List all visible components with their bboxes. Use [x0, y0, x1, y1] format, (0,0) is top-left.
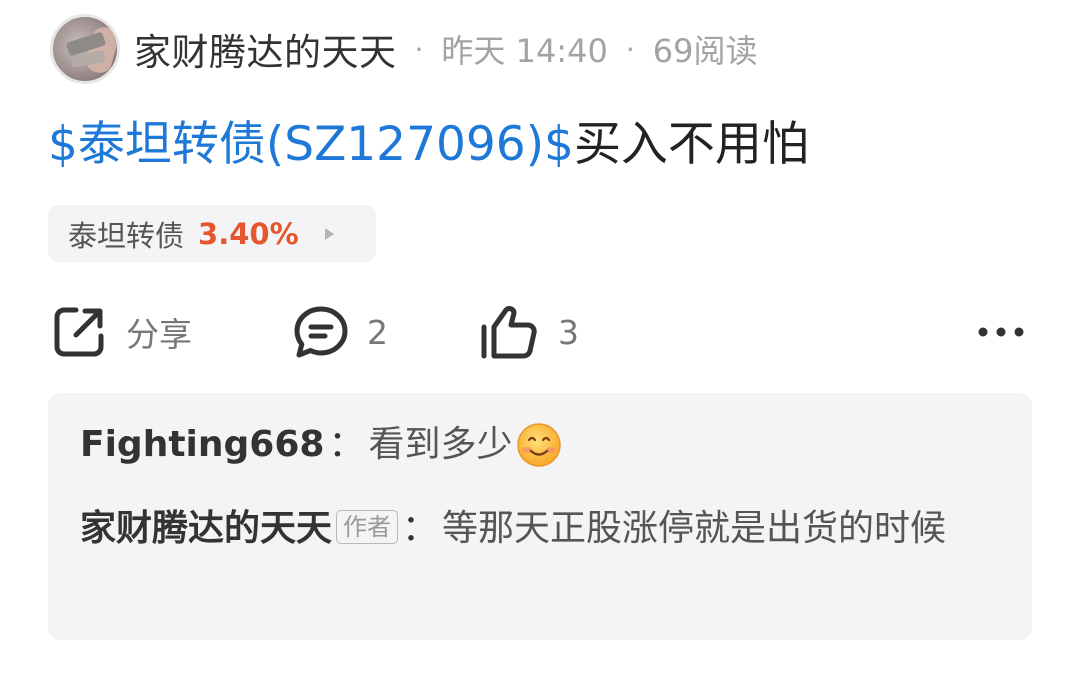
stock-name: 泰坦转债: [68, 218, 185, 253]
comment-colon: ：: [402, 508, 439, 549]
stock-quote-chip[interactable]: 泰坦转债 3.40%: [48, 205, 376, 262]
post-card: 家财腾达的天天 · 昨天 14:40 · 69阅读 $泰坦转债(SZ127096…: [0, 0, 1080, 674]
author-badge: 作者: [336, 510, 399, 544]
comment-user[interactable]: 家财腾达的天天: [80, 508, 332, 549]
post-content: $泰坦转债(SZ127096)$买入不用怕: [48, 112, 809, 178]
post-time: 昨天 14:40: [441, 32, 608, 70]
thumbs-up-icon: [481, 306, 537, 359]
post-header: 家财腾达的天天 · 昨天 14:40 · 69阅读: [50, 14, 757, 84]
chevron-right-icon: [324, 227, 334, 240]
avatar[interactable]: [50, 14, 120, 84]
smiling-face-emoji-icon: [517, 423, 562, 467]
like-button[interactable]: 3: [478, 300, 579, 364]
comment-colon: ：: [328, 424, 365, 465]
like-count: 3: [558, 312, 579, 352]
comment-count: 2: [367, 312, 388, 352]
comment-text: 等那天正股涨停就是出货的时候: [442, 508, 947, 549]
comment-item[interactable]: 家财腾达的天天 作者：等那天正股涨停就是出货的时候: [80, 503, 1000, 555]
comment-item[interactable]: Fighting668 ： 看到多少: [80, 420, 562, 470]
comment-button[interactable]: 2: [293, 300, 388, 364]
more-icon: [978, 327, 1024, 337]
comment-user[interactable]: Fighting668: [80, 420, 324, 470]
share-label: 分享: [126, 315, 192, 354]
comment-preview-panel[interactable]: Fighting668 ： 看到多少 家财腾达的天天 作者：等那天正股涨停就是出…: [48, 393, 1032, 640]
read-count: 69阅读: [652, 32, 758, 70]
meta-separator: ·: [414, 32, 424, 66]
share-icon: [54, 307, 104, 357]
meta-separator: ·: [625, 32, 635, 66]
share-button[interactable]: 分享: [52, 300, 192, 364]
post-text: 买入不用怕: [573, 117, 809, 172]
stock-link[interactable]: $泰坦转债(SZ127096)$: [48, 117, 574, 172]
comment-text: 看到多少: [368, 424, 513, 465]
stock-change: 3.40%: [198, 216, 299, 251]
more-button[interactable]: [976, 300, 1026, 364]
comment-icon: [294, 306, 348, 358]
action-bar: 分享 2 3: [0, 300, 1080, 364]
author-name[interactable]: 家财腾达的天天: [134, 22, 397, 76]
